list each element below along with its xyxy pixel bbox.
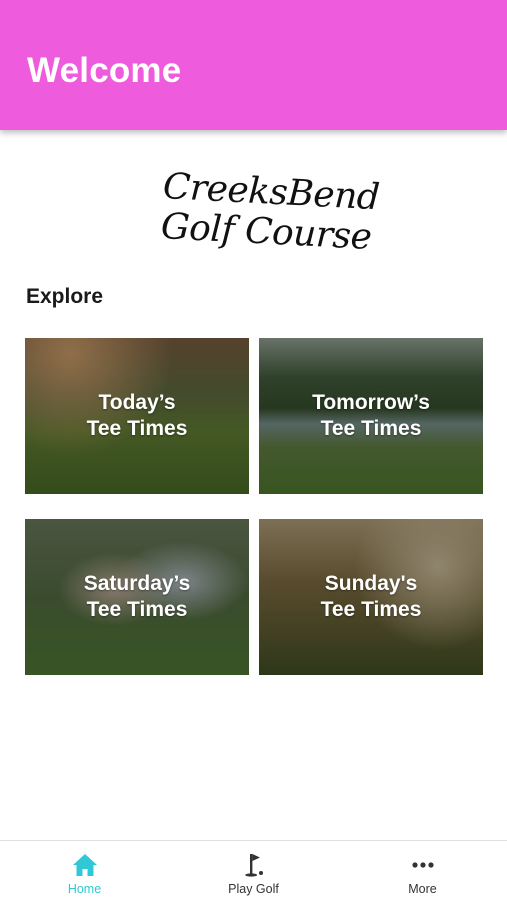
page-title: Welcome <box>27 51 182 90</box>
todays-tee-times-card[interactable]: Today’s Tee Times <box>25 338 249 494</box>
tab-play-golf[interactable]: Play Golf <box>169 841 338 900</box>
tab-home-label: Home <box>67 882 102 896</box>
saturdays-tee-times-card[interactable]: Saturday’s Tee Times <box>25 519 249 675</box>
card-label: Sunday's Tee Times <box>320 572 422 621</box>
course-logo: CreeksBend Golf Course <box>155 160 381 260</box>
bottom-tab-bar: Home Play Golf More <box>0 840 507 900</box>
more-dots-icon <box>409 851 437 879</box>
card-label: Today’s Tee Times <box>86 391 188 440</box>
home-icon <box>71 851 99 879</box>
app-header: Welcome <box>0 0 507 130</box>
explore-heading: Explore <box>26 285 104 308</box>
golf-flag-icon <box>240 851 268 879</box>
tab-more[interactable]: More <box>338 841 507 900</box>
tab-play-golf-label: Play Golf <box>228 882 279 896</box>
card-label: Saturday’s Tee Times <box>83 572 191 621</box>
tab-home[interactable]: Home <box>0 841 169 900</box>
sundays-tee-times-card[interactable]: Sunday's Tee Times <box>259 519 483 675</box>
tab-more-label: More <box>408 882 437 896</box>
tomorrows-tee-times-card[interactable]: Tomorrow’s Tee Times <box>259 338 483 494</box>
card-label: Tomorrow’s Tee Times <box>312 391 430 440</box>
